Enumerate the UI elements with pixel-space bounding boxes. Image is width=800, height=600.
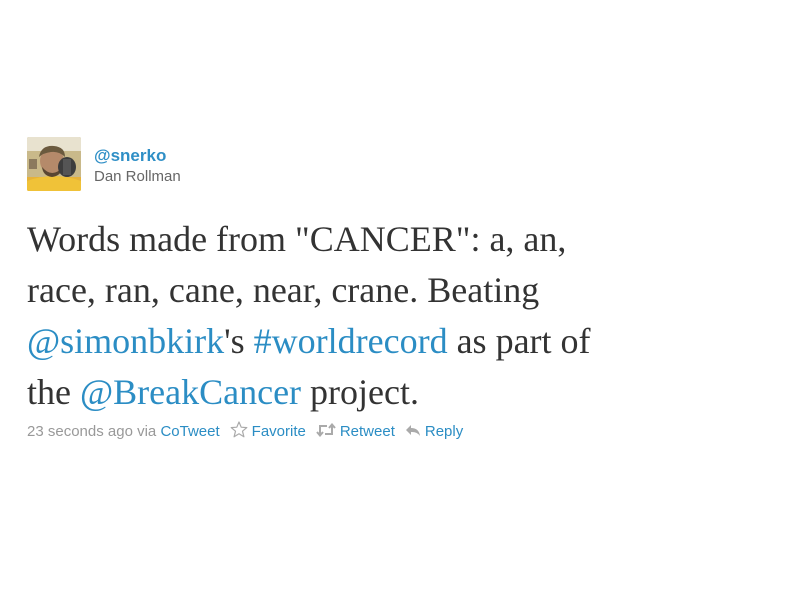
reply-label: Reply (424, 423, 464, 440)
tweet-meta: 23 seconds ago via CoTweet Favorite Retw… (27, 421, 777, 442)
favorite-button[interactable]: Favorite (230, 421, 306, 442)
favorite-label: Favorite (251, 423, 306, 440)
tweet-line-1: Words made from "CANCER": a, an, (27, 219, 567, 259)
screen-name-link[interactable]: @snerko (94, 146, 181, 166)
tweet-text-segment: as part of (447, 321, 591, 361)
retweet-icon (316, 422, 340, 441)
tweet-text-segment: project. (301, 372, 419, 412)
tweet-text-segment: 's (224, 321, 254, 361)
avatar[interactable] (27, 137, 81, 191)
star-outline-icon (230, 421, 252, 442)
tweet-text: Words made from "CANCER": a, an, race, r… (27, 214, 787, 418)
hashtag-worldrecord-link[interactable]: #worldrecord (254, 321, 448, 361)
reply-arrow-icon (405, 423, 425, 441)
tweet-header: @snerko Dan Rollman (27, 137, 777, 193)
via-label: via (137, 423, 157, 440)
full-name: Dan Rollman (94, 168, 181, 185)
source-link[interactable]: CoTweet (160, 423, 219, 440)
tweet-text-segment: the (27, 372, 80, 412)
mention-simonbkirk-link[interactable]: @simonbkirk (27, 321, 224, 361)
retweet-label: Retweet (339, 423, 395, 440)
tweet: @snerko Dan Rollman Words made from "CAN… (27, 137, 777, 442)
mention-breakcancer-link[interactable]: @BreakCancer (80, 372, 301, 412)
tweet-line-3: @simonbkirk's #worldrecord as part of (27, 316, 787, 367)
retweet-button[interactable]: Retweet (316, 422, 395, 441)
tweet-line-2: race, ran, cane, near, crane. Beating (27, 270, 540, 310)
reply-button[interactable]: Reply (405, 423, 463, 441)
tweet-line-4: the @BreakCancer project. (27, 367, 787, 418)
timestamp[interactable]: 23 seconds ago (27, 423, 133, 440)
user-info: @snerko Dan Rollman (94, 146, 181, 187)
